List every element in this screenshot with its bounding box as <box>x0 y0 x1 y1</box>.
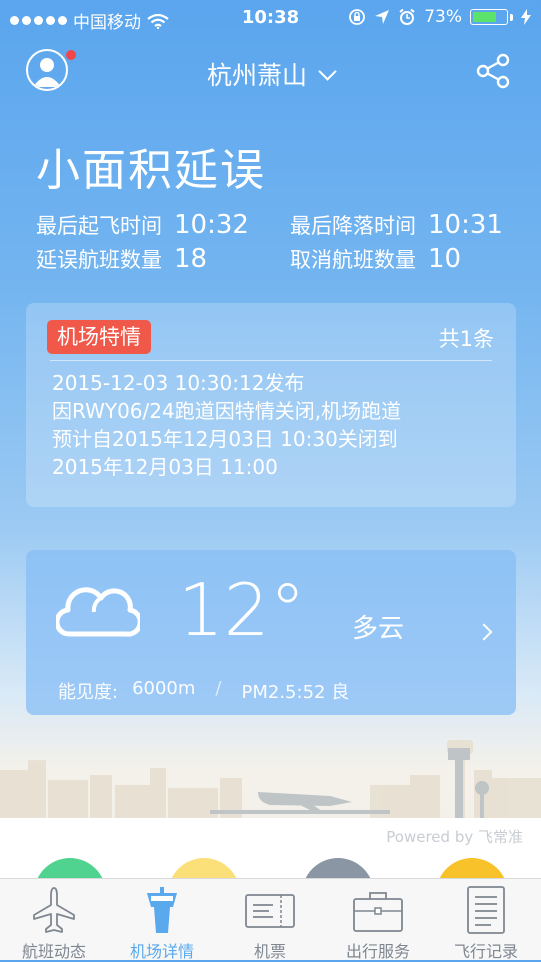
visibility-value: 6000m <box>132 678 196 699</box>
chevron-right-icon <box>475 623 493 641</box>
separator: / <box>215 678 222 699</box>
notice-line: 因RWY06/24跑道因特情关闭,机场跑道 <box>52 399 402 423</box>
tab-travel-services[interactable]: 出行服务 <box>324 879 432 961</box>
temperature: 12° <box>178 568 306 652</box>
service-shortcut-2[interactable] <box>168 858 240 878</box>
notice-count: 共1条 <box>438 327 494 351</box>
stat-label: 取消航班数量 <box>290 248 416 272</box>
ticket-icon <box>245 894 295 928</box>
stat-label: 延误航班数量 <box>36 248 162 272</box>
pm25-value: PM2.5:52 良 <box>241 682 350 703</box>
battery-icon <box>470 9 508 25</box>
status-bar: 中国移动 10:38 73% <box>0 0 541 36</box>
weather-condition: 多云 <box>352 614 405 644</box>
battery-percent: 73% <box>424 7 462 27</box>
airport-skyline-illustration <box>0 740 541 820</box>
stat-label: 最后降落时间 <box>290 214 416 238</box>
stat-last-arrival: 最后降落时间 10:31 <box>290 210 503 240</box>
cloud-icon <box>56 587 140 637</box>
weather-details: 能见度: 6000m / PM2.5:52 良 <box>58 678 349 704</box>
share-icon[interactable] <box>474 52 512 90</box>
airport-notice-card[interactable]: 机场特情 共1条 2015-12-03 10:30:12发布 因RWY06/24… <box>26 303 516 507</box>
service-shortcut-3[interactable] <box>302 858 374 878</box>
tab-bar: 航班动态 机场详情 机票 出行服务 飞行记录 <box>0 878 541 961</box>
notice-line: 2015年12月03日 11:00 <box>52 455 278 479</box>
stat-last-departure: 最后起飞时间 10:32 <box>36 210 249 240</box>
tab-airport-details[interactable]: 机场详情 <box>108 879 216 961</box>
tab-label: 机票 <box>253 942 286 961</box>
stat-value: 18 <box>174 244 208 274</box>
tab-label: 机场详情 <box>129 942 194 961</box>
visibility-label: 能见度: <box>58 682 119 703</box>
stat-label: 最后起飞时间 <box>36 214 162 238</box>
notice-badge: 机场特情 <box>47 320 151 354</box>
chevron-down-icon <box>318 62 337 81</box>
tower-icon <box>147 887 177 933</box>
weather-card[interactable]: 12° 多云 能见度: 6000m / PM2.5:52 良 <box>26 550 516 715</box>
tab-flight-status[interactable]: 航班动态 <box>0 879 108 961</box>
stat-value: 10 <box>428 244 462 274</box>
service-shortcut-4[interactable] <box>436 858 508 878</box>
charging-bolt-icon <box>521 9 531 25</box>
stat-value: 10:31 <box>428 210 503 240</box>
tab-flight-records[interactable]: 飞行记录 <box>432 879 540 961</box>
stat-delayed-flights: 延误航班数量 18 <box>36 244 207 274</box>
powered-by-label: Powered by 飞常准 <box>386 828 523 846</box>
stat-cancelled-flights: 取消航班数量 10 <box>290 244 461 274</box>
document-icon <box>467 886 505 934</box>
tab-tickets[interactable]: 机票 <box>216 879 324 961</box>
briefcase-icon <box>353 892 403 932</box>
notice-line: 预计自2015年12月03日 10:30关闭到 <box>52 427 398 451</box>
airplane-icon <box>33 887 75 933</box>
location-selector[interactable]: 杭州萧山 <box>0 56 541 92</box>
services-section: Powered by 飞常准 <box>0 818 541 878</box>
status-bar-right: 73% <box>348 7 531 27</box>
tab-label: 飞行记录 <box>453 942 518 961</box>
rotation-lock-icon <box>349 9 366 25</box>
airport-status-title: 小面积延误 <box>36 145 266 196</box>
divider <box>50 360 492 361</box>
stat-value: 10:32 <box>174 210 249 240</box>
service-shortcut-1[interactable] <box>34 858 106 878</box>
notice-body: 2015-12-03 10:30:12发布 因RWY06/24跑道因特情关闭,机… <box>52 369 502 481</box>
alarm-icon <box>399 8 415 25</box>
tab-label: 出行服务 <box>345 942 410 961</box>
notice-line: 2015-12-03 10:30:12发布 <box>52 371 305 395</box>
tab-label: 航班动态 <box>21 942 86 961</box>
location-arrow-icon <box>375 10 390 24</box>
location-name: 杭州萧山 <box>206 61 307 90</box>
